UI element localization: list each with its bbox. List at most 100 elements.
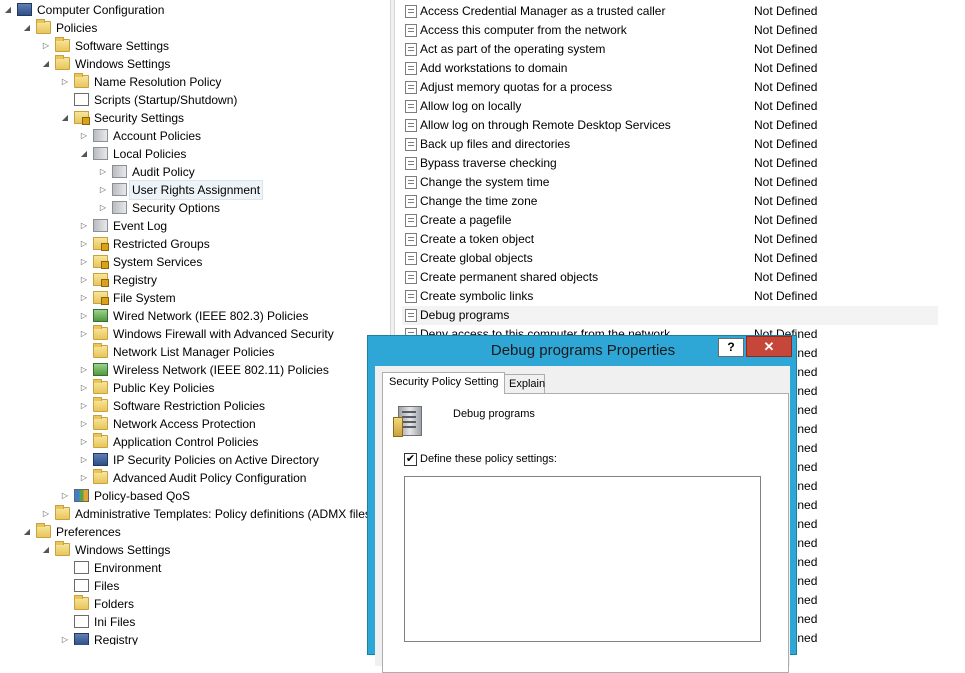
expand-arrow-icon[interactable]: ▷	[60, 487, 70, 505]
tree-node[interactable]: Ini Files	[0, 613, 390, 631]
tree-node[interactable]: ▷ Security Options	[0, 199, 390, 217]
expand-arrow-icon[interactable]: ▷	[41, 505, 51, 523]
tree-node[interactable]: Environment	[0, 559, 390, 577]
tree-node[interactable]: ◢ Preferences	[0, 523, 390, 541]
policy-row[interactable]: Act as part of the operating system Not D…	[402, 40, 938, 59]
tree-node[interactable]: ◢ Policies	[0, 19, 390, 37]
tree-node[interactable]: ▷ Software Settings	[0, 37, 390, 55]
tree-node[interactable]: ▷ Advanced Audit Policy Configuration	[0, 469, 390, 487]
tree-node-label: Policy-based QoS	[94, 489, 191, 503]
folder-icon	[55, 541, 70, 556]
expand-arrow-icon[interactable]: ▷	[41, 37, 51, 55]
policy-row[interactable]: Create a token object Not Defined	[402, 230, 938, 249]
tree-node[interactable]: ▷ User Rights Assignment	[0, 180, 390, 200]
expand-arrow-icon[interactable]: ▷	[98, 163, 108, 181]
expand-arrow-icon[interactable]: ▷	[79, 271, 89, 289]
expand-arrow-icon[interactable]: ▷	[79, 379, 89, 397]
define-settings-checkbox[interactable]: ✔	[404, 453, 417, 466]
collapse-arrow-icon[interactable]: ◢	[41, 55, 51, 73]
policy-row[interactable]: Allow log on locally Not Defined	[402, 97, 938, 116]
tree-node[interactable]: ▷ Application Control Policies	[0, 433, 390, 451]
tree-node[interactable]: Scripts (Startup/Shutdown)	[0, 91, 390, 109]
expand-arrow-icon[interactable]: ▷	[79, 253, 89, 271]
policy-setting: Not Defined	[754, 232, 818, 246]
expand-arrow-icon[interactable]: ▷	[60, 73, 70, 91]
tree-node[interactable]: ◢ Security Settings	[0, 109, 390, 127]
collapse-arrow-icon[interactable]: ◢	[60, 109, 70, 127]
tree-node[interactable]: ▷ Windows Firewall with Advanced Security	[0, 325, 390, 343]
tree-node-label: Software Restriction Policies	[113, 399, 266, 413]
policy-row[interactable]: Access Credential Manager as a trusted c…	[402, 2, 938, 21]
tree-node[interactable]: ▷ Restricted Groups	[0, 235, 390, 253]
tree-node[interactable]: ▷ Policy-based QoS	[0, 487, 390, 505]
expand-arrow-icon[interactable]: ▷	[98, 199, 108, 217]
tree-node[interactable]: ▷ Network Access Protection	[0, 415, 390, 433]
tree-node[interactable]: ▷ Audit Policy	[0, 163, 390, 181]
policy-name: Debug programs	[420, 308, 510, 322]
expand-arrow-icon[interactable]: ▷	[98, 181, 108, 199]
collapse-arrow-icon[interactable]: ◢	[22, 19, 32, 37]
expand-arrow-icon[interactable]: ▷	[79, 289, 89, 307]
policy-row[interactable]: Access this computer from the network Not…	[402, 21, 938, 40]
tree-node[interactable]: ◢ Windows Settings	[0, 55, 390, 73]
policy-row[interactable]: Allow log on through Remote Desktop Serv…	[402, 116, 938, 135]
policy-row[interactable]: Back up files and directories Not Defined	[402, 135, 938, 154]
tree-node[interactable]: ▷ Software Restriction Policies	[0, 397, 390, 415]
collapse-arrow-icon[interactable]: ◢	[22, 523, 32, 541]
users-groups-listbox[interactable]	[404, 476, 761, 642]
tree-node-label: System Services	[113, 255, 203, 269]
tree-node[interactable]: ▷ Administrative Templates: Policy defini…	[0, 505, 390, 523]
expand-arrow-icon[interactable]: ▷	[79, 217, 89, 235]
tab-explain[interactable]: Explain	[502, 374, 545, 394]
policy-row[interactable]: Adjust memory quotas for a process Not De…	[402, 78, 938, 97]
expand-arrow-icon[interactable]: ▷	[79, 127, 89, 145]
collapse-arrow-icon[interactable]: ◢	[3, 1, 13, 19]
collapse-arrow-icon[interactable]: ◢	[41, 541, 51, 559]
policy-row[interactable]: Create global objects Not Defined	[402, 249, 938, 268]
tree-node[interactable]: ▷ File System	[0, 289, 390, 307]
close-button[interactable]: ✕	[746, 336, 792, 357]
tree-node[interactable]: ◢ Local Policies	[0, 145, 390, 163]
tree-node[interactable]: ◢ Windows Settings	[0, 541, 390, 559]
tree-node[interactable]: ▷ Registry	[0, 631, 390, 645]
policy-row[interactable]: Debug programs	[402, 306, 938, 325]
expand-arrow-icon[interactable]: ▷	[79, 397, 89, 415]
policy-row[interactable]: Add workstations to domain Not Defined	[402, 59, 938, 78]
expand-arrow-icon[interactable]: ▷	[79, 307, 89, 325]
tree-node-label: Registry	[94, 633, 139, 645]
tree-node[interactable]: Network List Manager Policies	[0, 343, 390, 361]
tree-node[interactable]: ◢ Computer Configuration	[0, 1, 390, 19]
tree-node[interactable]: ▷ Wireless Network (IEEE 802.11) Policies	[0, 361, 390, 379]
tree-node[interactable]: ▷ Public Key Policies	[0, 379, 390, 397]
expand-arrow-icon[interactable]: ▷	[79, 451, 89, 469]
help-button[interactable]: ?	[718, 338, 744, 357]
policy-row[interactable]: Create symbolic links Not Defined	[402, 287, 938, 306]
policy-row[interactable]: Create a pagefile Not Defined	[402, 211, 938, 230]
expand-arrow-icon[interactable]: ▷	[79, 325, 89, 343]
tree-node[interactable]: ▷ Name Resolution Policy	[0, 73, 390, 91]
policy-setting: Not Defined	[754, 194, 818, 208]
policy-row[interactable]: Change the time zone Not Defined	[402, 192, 938, 211]
policy-row[interactable]: Bypass traverse checking Not Defined	[402, 154, 938, 173]
expand-arrow-icon[interactable]: ▷	[60, 631, 70, 645]
tree-node[interactable]: ▷ IP Security Policies on Active Director…	[0, 451, 390, 469]
expand-arrow-icon[interactable]: ▷	[79, 469, 89, 487]
policy-item-icon	[405, 214, 417, 227]
expand-arrow-icon[interactable]: ▷	[79, 361, 89, 379]
tree-node[interactable]: ▷ Registry	[0, 271, 390, 289]
policy-row[interactable]: Create permanent shared objects Not Defin…	[402, 268, 938, 287]
tab-security-policy-setting[interactable]: Security Policy Setting	[382, 372, 506, 394]
tree-node[interactable]: ▷ Wired Network (IEEE 802.3) Policies	[0, 307, 390, 325]
folder-icon	[55, 55, 70, 70]
expand-arrow-icon[interactable]: ▷	[79, 415, 89, 433]
tree-node[interactable]: Folders	[0, 595, 390, 613]
tree-node[interactable]: ▷ Account Policies	[0, 127, 390, 145]
tree-node[interactable]: ▷ System Services	[0, 253, 390, 271]
tree-node-label: Name Resolution Policy	[94, 75, 222, 89]
tree-node[interactable]: Files	[0, 577, 390, 595]
tree-node[interactable]: ▷ Event Log	[0, 217, 390, 235]
expand-arrow-icon[interactable]: ▷	[79, 433, 89, 451]
collapse-arrow-icon[interactable]: ◢	[79, 145, 89, 163]
expand-arrow-icon[interactable]: ▷	[79, 235, 89, 253]
policy-row[interactable]: Change the system time Not Defined	[402, 173, 938, 192]
